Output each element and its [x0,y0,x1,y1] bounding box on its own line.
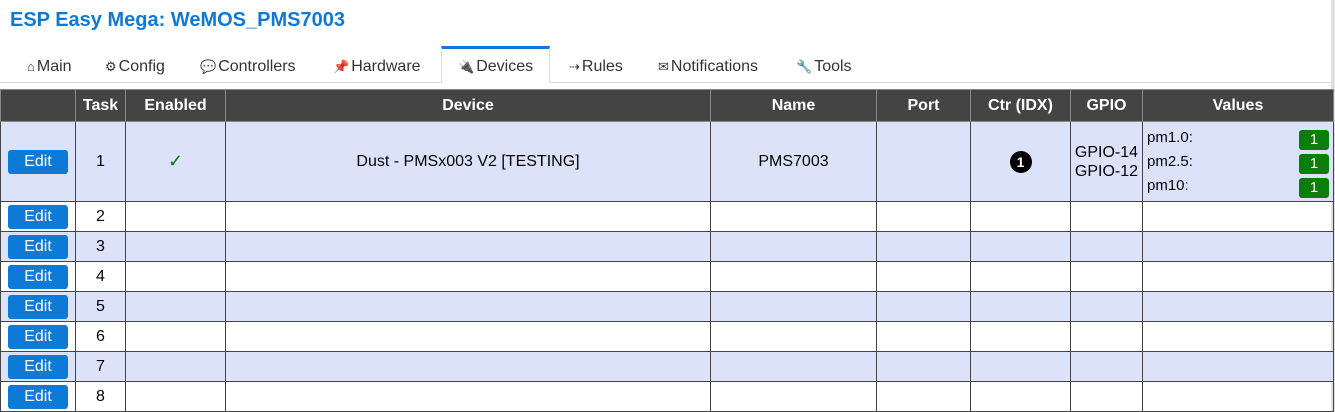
tab-label: Rules [581,58,623,75]
table-row: Edit 6 [0,321,1334,352]
home-icon: ⌂ [27,59,35,74]
task-cell: 4 [75,261,126,292]
main-nav: ⌂ Main ⚙ Config 💬 Controllers 📌 Hardware 🔌 De… [0,46,1331,83]
value-row: pm10: 1 [1147,174,1333,198]
value-name: pm1.0: [1147,128,1193,146]
arrow-right-icon: ⇢ [569,59,580,74]
pin-icon: 📌 [333,59,350,74]
edit-cell: Edit [0,381,76,412]
tab-hardware[interactable]: 📌 Hardware [333,48,421,82]
edit-button[interactable]: Edit [8,384,68,409]
edit-button[interactable]: Edit [8,149,68,174]
col-header-task: Task [75,89,126,122]
value-badge: 1 [1299,129,1329,150]
task-cell: 5 [75,291,126,322]
gear-icon: ⚙ [105,59,117,74]
values-cell: pm1.0: 1 pm2.5: 1 pm10: 1 [1142,121,1334,202]
edit-cell: Edit [0,201,76,232]
tab-controllers[interactable]: 💬 Controllers [200,48,296,82]
tab-main[interactable]: ⌂ Main [27,48,72,82]
gpio-pin: GPIO-14 [1074,143,1139,161]
value-name: pm10: [1147,176,1189,194]
col-header-gpio: GPIO [1070,89,1143,122]
tab-notifications[interactable]: ✉ Notifications [658,48,758,82]
edit-button[interactable]: Edit [8,234,68,259]
edit-button[interactable]: Edit [8,354,68,379]
wrench-icon: 🔧 [796,59,813,74]
tab-label: Hardware [351,58,421,75]
table-row: Edit 5 [0,291,1334,322]
edit-button[interactable]: Edit [8,204,68,229]
table-row: Edit 4 [0,261,1334,292]
envelope-icon: ✉ [658,59,669,74]
table-row: Edit 3 [0,231,1334,262]
page-title: ESP Easy Mega: WeMOS_PMS7003 [10,9,345,31]
task-cell: 3 [75,231,126,262]
gpio-pin: GPIO-12 [1074,162,1139,180]
task-cell: 8 [75,381,126,412]
edit-cell: Edit [0,351,76,382]
edit-cell: Edit [0,121,76,202]
table-row: Edit 2 [0,201,1334,232]
tab-config[interactable]: ⚙ Config [105,48,165,82]
controller-badge: 1 [1009,150,1032,173]
task-cell: 6 [75,321,126,352]
edit-cell: Edit [0,231,76,262]
table-header-row: Task Enabled Device Name Port Ctr (IDX) … [0,89,1334,122]
gpio-cell: GPIO-14 GPIO-12 [1070,121,1143,202]
name-cell: PMS7003 [710,121,877,202]
edit-cell: Edit [0,321,76,352]
enabled-cell: ✓ [125,121,226,202]
col-header-edit [0,89,76,122]
col-header-port: Port [876,89,971,122]
tab-devices[interactable]: 🔌 Devices [441,46,551,83]
col-header-name: Name [710,89,877,122]
col-header-ctr: Ctr (IDX) [970,89,1071,122]
plug-icon: 🔌 [458,59,475,74]
tab-label: Main [36,58,72,75]
tab-label: Devices [476,58,534,75]
edit-cell: Edit [0,291,76,322]
task-cell: 2 [75,201,126,232]
edit-button[interactable]: Edit [8,294,68,319]
tab-label: Config [118,58,165,75]
table-row: Edit 7 [0,351,1334,382]
value-row: pm2.5: 1 [1147,150,1333,174]
value-row: pm1.0: 1 [1147,126,1333,150]
edit-button[interactable]: Edit [8,324,68,349]
task-cell: 7 [75,351,126,382]
checkmark-icon: ✓ [167,151,184,171]
value-badge: 1 [1299,177,1329,198]
col-header-values: Values [1142,89,1334,122]
tab-tools[interactable]: 🔧 Tools [796,48,852,82]
port-cell [876,121,971,202]
tab-label: Controllers [218,58,296,75]
device-cell: Dust - PMSx003 V2 [TESTING] [225,121,711,202]
task-cell: 1 [75,121,126,202]
table-row: Edit 1 ✓ Dust - PMSx003 V2 [TESTING] PMS… [0,121,1334,202]
edit-cell: Edit [0,261,76,292]
tab-label: Notifications [670,58,759,75]
tab-label: Tools [814,58,852,75]
edit-button[interactable]: Edit [8,264,68,289]
devices-table: Task Enabled Device Name Port Ctr (IDX) … [0,89,1334,412]
speech-bubble-icon: 💬 [200,59,217,74]
ctr-cell: 1 [970,121,1071,202]
value-name: pm2.5: [1147,152,1193,170]
tab-rules[interactable]: ⇢ Rules [569,48,623,82]
col-header-enabled: Enabled [125,89,226,122]
col-header-device: Device [225,89,711,122]
table-row: Edit 8 [0,381,1334,412]
value-badge: 1 [1299,153,1329,174]
